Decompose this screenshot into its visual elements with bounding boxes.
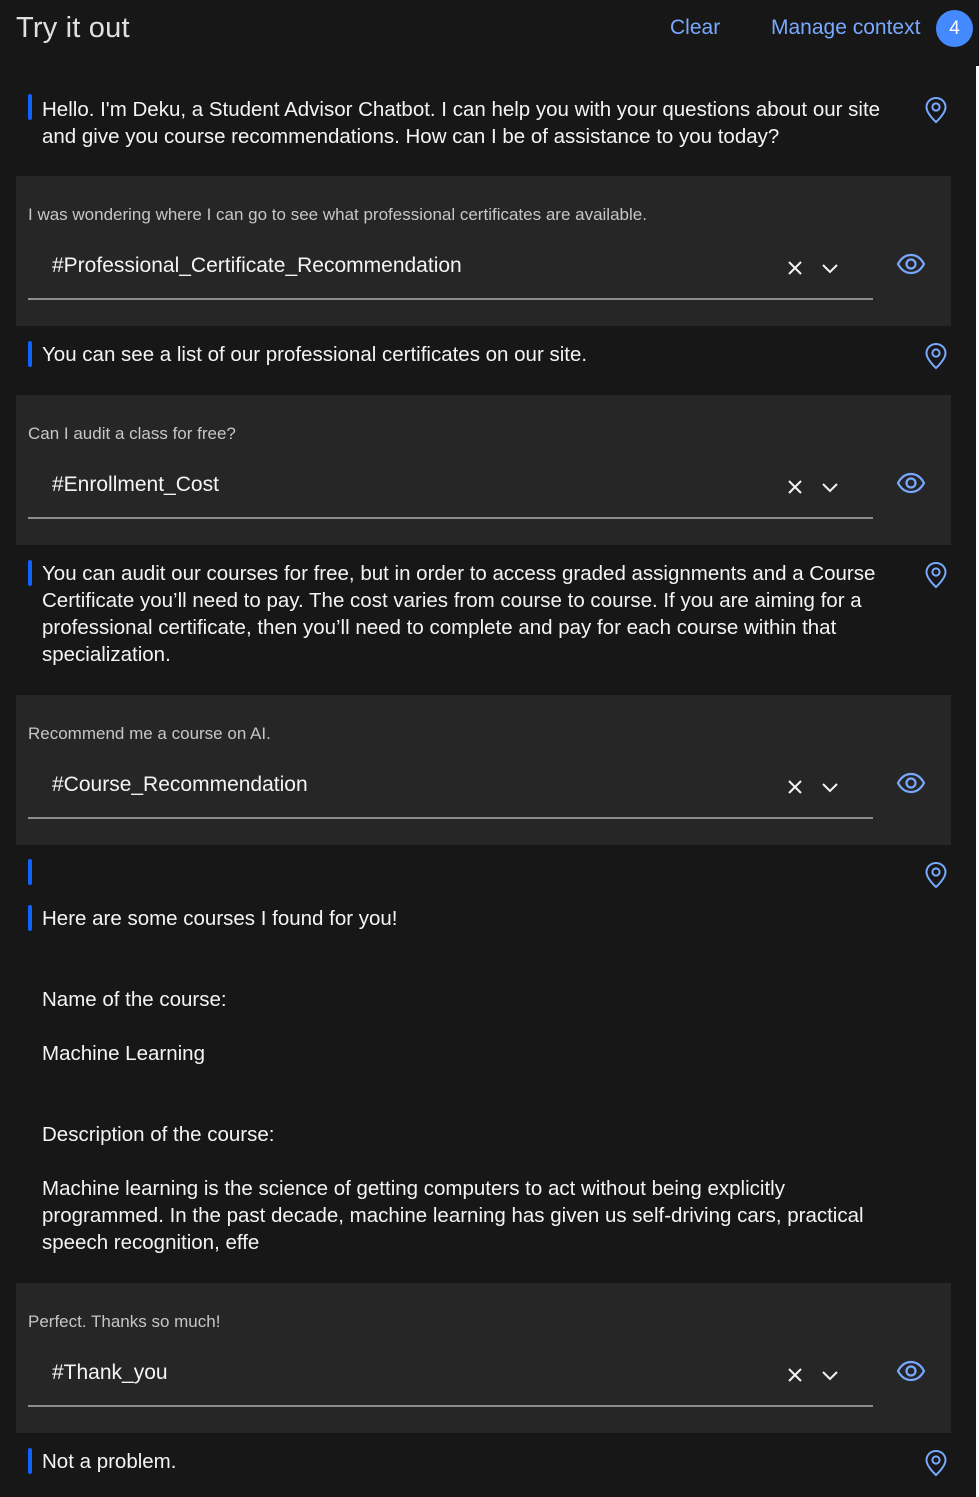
bot-message-bar: [28, 341, 32, 367]
eye-icon[interactable]: [896, 1359, 926, 1383]
intent-value: #Thank_you: [52, 1361, 168, 1384]
chevron-down-icon[interactable]: [821, 780, 839, 794]
intent-value: #Professional_Certificate_Recommendation: [52, 254, 462, 277]
context-count-badge[interactable]: 4: [936, 10, 973, 47]
page-title: Try it out: [16, 12, 130, 44]
location-pin-icon[interactable]: [924, 342, 948, 370]
bot-message-bar: [28, 1448, 32, 1474]
course-name-value: Machine Learning: [42, 1042, 205, 1065]
bot-message-bar: [28, 560, 32, 586]
location-pin-icon[interactable]: [924, 861, 948, 889]
bot-message-bar: [28, 859, 32, 885]
location-pin-icon[interactable]: [924, 96, 948, 124]
location-pin-icon[interactable]: [924, 1449, 948, 1477]
user-message: Recommend me a course on AI.: [28, 724, 271, 743]
bot-message: Not a problem.: [42, 1450, 177, 1473]
close-icon[interactable]: [787, 1367, 803, 1383]
eye-icon[interactable]: [896, 471, 926, 495]
user-message-box: Perfect. Thanks so much! #Thank_you: [16, 1283, 951, 1433]
close-icon[interactable]: [787, 479, 803, 495]
clear-button[interactable]: Clear: [670, 16, 720, 40]
bot-message: You can see a list of our professional c…: [42, 343, 588, 366]
user-message: I was wondering where I can go to see wh…: [28, 205, 647, 224]
intent-dropdown[interactable]: #Enrollment_Cost: [28, 459, 873, 519]
intent-value: #Course_Recommendation: [52, 773, 308, 796]
bot-message: Here are some courses I found for you!: [42, 907, 398, 930]
bot-message: You can audit our courses for free, but …: [42, 562, 876, 666]
intent-dropdown[interactable]: #Professional_Certificate_Recommendation: [28, 240, 873, 300]
user-message-box: Can I audit a class for free? #Enrollmen…: [16, 395, 951, 545]
intent-value: #Enrollment_Cost: [52, 473, 219, 496]
chevron-down-icon[interactable]: [821, 480, 839, 494]
user-message: Can I audit a class for free?: [28, 424, 236, 443]
location-pin-icon[interactable]: [924, 561, 948, 589]
course-description-value: Machine learning is the science of getti…: [42, 1177, 864, 1254]
bot-message-bar: [28, 94, 32, 120]
bot-message-bar: [28, 905, 32, 931]
course-name-label: Name of the course:: [42, 988, 227, 1011]
eye-icon[interactable]: [896, 771, 926, 795]
header: Try it out Clear Manage context 4: [0, 0, 979, 60]
bot-message: Hello. I'm Deku, a Student Advisor Chatb…: [42, 98, 881, 148]
user-message-box: Recommend me a course on AI. #Course_Rec…: [16, 695, 951, 845]
intent-dropdown[interactable]: #Course_Recommendation: [28, 759, 873, 819]
user-message-box: I was wondering where I can go to see wh…: [16, 176, 951, 326]
course-description-label: Description of the course:: [42, 1123, 275, 1146]
eye-icon[interactable]: [896, 252, 926, 276]
close-icon[interactable]: [787, 260, 803, 276]
close-icon[interactable]: [787, 779, 803, 795]
user-message: Perfect. Thanks so much!: [28, 1312, 221, 1331]
intent-dropdown[interactable]: #Thank_you: [28, 1347, 873, 1407]
chevron-down-icon[interactable]: [821, 261, 839, 275]
manage-context-button[interactable]: Manage context: [771, 16, 920, 40]
chevron-down-icon[interactable]: [821, 1368, 839, 1382]
